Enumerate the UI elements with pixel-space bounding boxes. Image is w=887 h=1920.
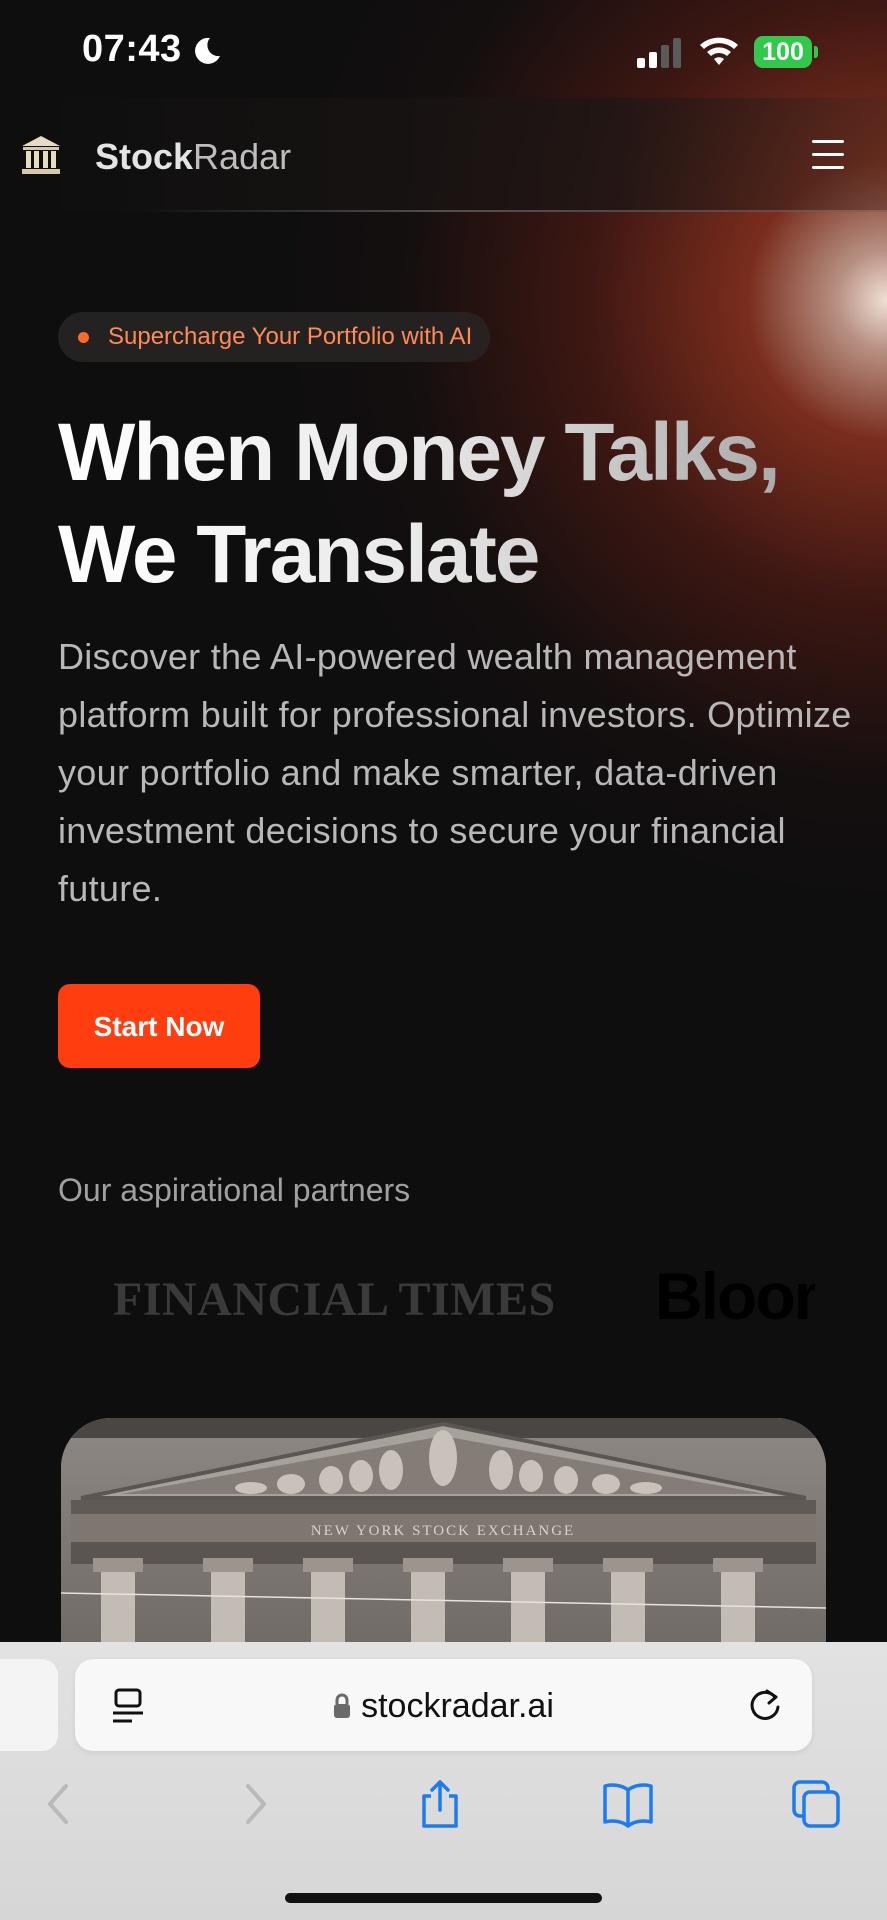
badge-dot-icon xyxy=(78,332,89,343)
lock-icon xyxy=(334,1693,351,1718)
hero-badge: Supercharge Your Portfolio with AI xyxy=(58,312,491,362)
brand-name-accent: Radar xyxy=(193,136,292,177)
reload-icon[interactable] xyxy=(745,1685,785,1725)
hamburger-menu-icon[interactable] xyxy=(812,140,846,170)
bookmarks-icon[interactable] xyxy=(602,1778,654,1830)
nyse-building-image: NEW YORK STOCK EXCHANGE xyxy=(61,1418,826,1658)
status-bar: 07:43 100 xyxy=(0,0,887,100)
partner-logo-financial-times: FINANCIAL TIMES xyxy=(113,1273,556,1326)
badge-text: Supercharge Your Portfolio with AI xyxy=(108,323,473,350)
nyse-engraving: NEW YORK STOCK EXCHANGE xyxy=(311,1523,575,1539)
previous-tab-preview[interactable] xyxy=(0,1659,58,1751)
battery-level: 100 xyxy=(754,36,812,68)
header-divider xyxy=(140,210,887,212)
battery-icon: 100 xyxy=(754,36,818,68)
hero-headline: When Money Talks, We Translate xyxy=(58,402,878,606)
status-time: 07:43 xyxy=(82,28,182,70)
start-now-button[interactable]: Start Now xyxy=(58,984,260,1068)
url-text: stockradar.ai xyxy=(361,1687,554,1725)
headline-line-2: We Translate xyxy=(58,509,539,600)
nyse-facade-illustration: NEW YORK STOCK EXCHANGE xyxy=(61,1418,826,1658)
headline-line-1: When Money Talks, xyxy=(58,407,779,498)
partner-logo-bloomberg-text: Bloomberg xyxy=(655,1259,815,1333)
forward-icon[interactable] xyxy=(228,1778,280,1830)
partner-logo-bloomberg: Bloomberg xyxy=(655,1258,815,1338)
hero-description: Discover the AI-powered wealth managemen… xyxy=(58,636,852,909)
url-display[interactable]: stockradar.ai xyxy=(75,1687,812,1726)
wifi-icon xyxy=(700,37,738,65)
share-icon[interactable] xyxy=(414,1778,466,1830)
home-indicator[interactable] xyxy=(285,1893,602,1903)
tabs-icon[interactable] xyxy=(790,1778,842,1830)
site-header: StockRadar xyxy=(0,98,887,212)
brand-name-main: Stock xyxy=(95,136,194,177)
bank-logo-icon[interactable] xyxy=(20,134,62,176)
back-icon[interactable] xyxy=(34,1778,86,1830)
signal-icon xyxy=(637,38,681,68)
partners-label: Our aspirational partners xyxy=(58,1172,411,1208)
address-bar[interactable]: stockradar.ai xyxy=(75,1659,812,1751)
brand-name[interactable]: StockRadar xyxy=(95,136,291,178)
moon-icon xyxy=(195,37,220,64)
